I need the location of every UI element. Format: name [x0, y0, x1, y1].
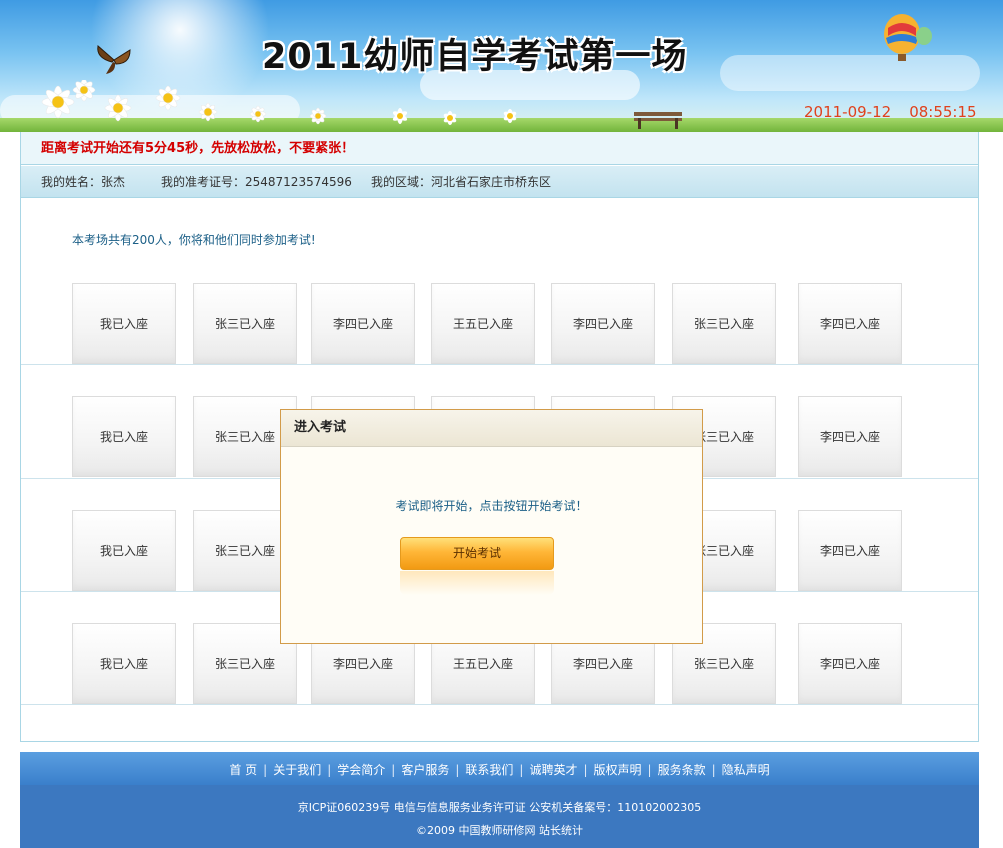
hot-air-balloon-icon: [884, 14, 932, 61]
footer-link[interactable]: 首 页: [223, 763, 263, 777]
footer-separator: |: [647, 763, 652, 777]
footer-copyright: ©2009 中国教师研修网 站长统计: [416, 824, 583, 837]
current-date: 2011-09-12: [804, 103, 892, 121]
butterfly-icon: [97, 45, 131, 74]
footer-separator: |: [583, 763, 588, 777]
seat-card: 我已入座: [72, 510, 176, 591]
footer-link[interactable]: 诚聘英才: [523, 763, 583, 777]
countdown-notice: 距离考试开始还有5分45秒，先放松放松，不要紧张！: [21, 132, 978, 165]
seat-card: 李四已入座: [798, 396, 902, 477]
seat-card: 我已入座: [72, 396, 176, 477]
seat-card: 王五已入座: [431, 283, 535, 364]
seat-card: 李四已入座: [798, 510, 902, 591]
start-exam-button[interactable]: 开始考试: [400, 537, 554, 570]
seat-card: 李四已入座: [798, 623, 902, 704]
header-banner: 2011幼师自学考试第一场 2011-09-12 08:55:15: [0, 0, 1003, 132]
dialog-message: 考试即将开始，点击按钮开始考试！: [395, 499, 588, 513]
seat-card: 张三已入座: [672, 283, 776, 364]
footer-link[interactable]: 联系我们: [459, 763, 519, 777]
footer-info: 京ICP证060239号 电信与信息服务业务许可证 公安机关备案号：110102…: [20, 785, 979, 848]
student-name: 我的姓名：张杰: [41, 175, 126, 189]
student-info-bar: 我的姓名：张杰 我的准考证号：25487123574596 我的区域：河北省石家…: [21, 166, 978, 198]
bench-icon: [634, 112, 682, 129]
page-title: 2011幼师自学考试第一场: [262, 37, 688, 77]
student-region: 我的区域：河北省石家庄市桥东区: [371, 175, 552, 189]
enter-exam-dialog: 进入考试 考试即将开始，点击按钮开始考试！ 开始考试: [280, 409, 703, 644]
footer-link[interactable]: 学会简介: [331, 763, 391, 777]
seat-card: 李四已入座: [798, 283, 902, 364]
current-datetime: 2011-09-12 08:55:15: [804, 103, 995, 121]
daisy-decoration: [41, 80, 327, 125]
current-time: 08:55:15: [909, 103, 977, 121]
footer-link[interactable]: 关于我们: [267, 763, 327, 777]
seat-card: 我已入座: [72, 283, 176, 364]
seat-card: 张三已入座: [193, 283, 297, 364]
footer-license: 京ICP证060239号 电信与信息服务业务许可证 公安机关备案号：110102…: [297, 801, 702, 814]
dialog-title: 进入考试: [281, 410, 702, 447]
daisy-decoration: [392, 108, 517, 125]
seat-card: 李四已入座: [311, 283, 415, 364]
footer-link[interactable]: 服务条款: [652, 763, 712, 777]
footer-nav: 首 页 | 关于我们 | 学会简介 | 客户服务 | 联系我们 | 诚聘英才 | 版权声明 | 服务条款 | 隐…: [20, 752, 979, 785]
seat-card: 李四已入座: [551, 283, 655, 364]
footer-link[interactable]: 版权声明: [588, 763, 648, 777]
ticket-number: 我的准考证号：25487123574596: [161, 175, 352, 189]
footer-link[interactable]: 隐私声明: [716, 763, 776, 777]
seat-card: 我已入座: [72, 623, 176, 704]
footer-link[interactable]: 客户服务: [395, 763, 455, 777]
hall-note: 本考场共有200人，你将和他们同时参加考试!: [72, 233, 316, 247]
